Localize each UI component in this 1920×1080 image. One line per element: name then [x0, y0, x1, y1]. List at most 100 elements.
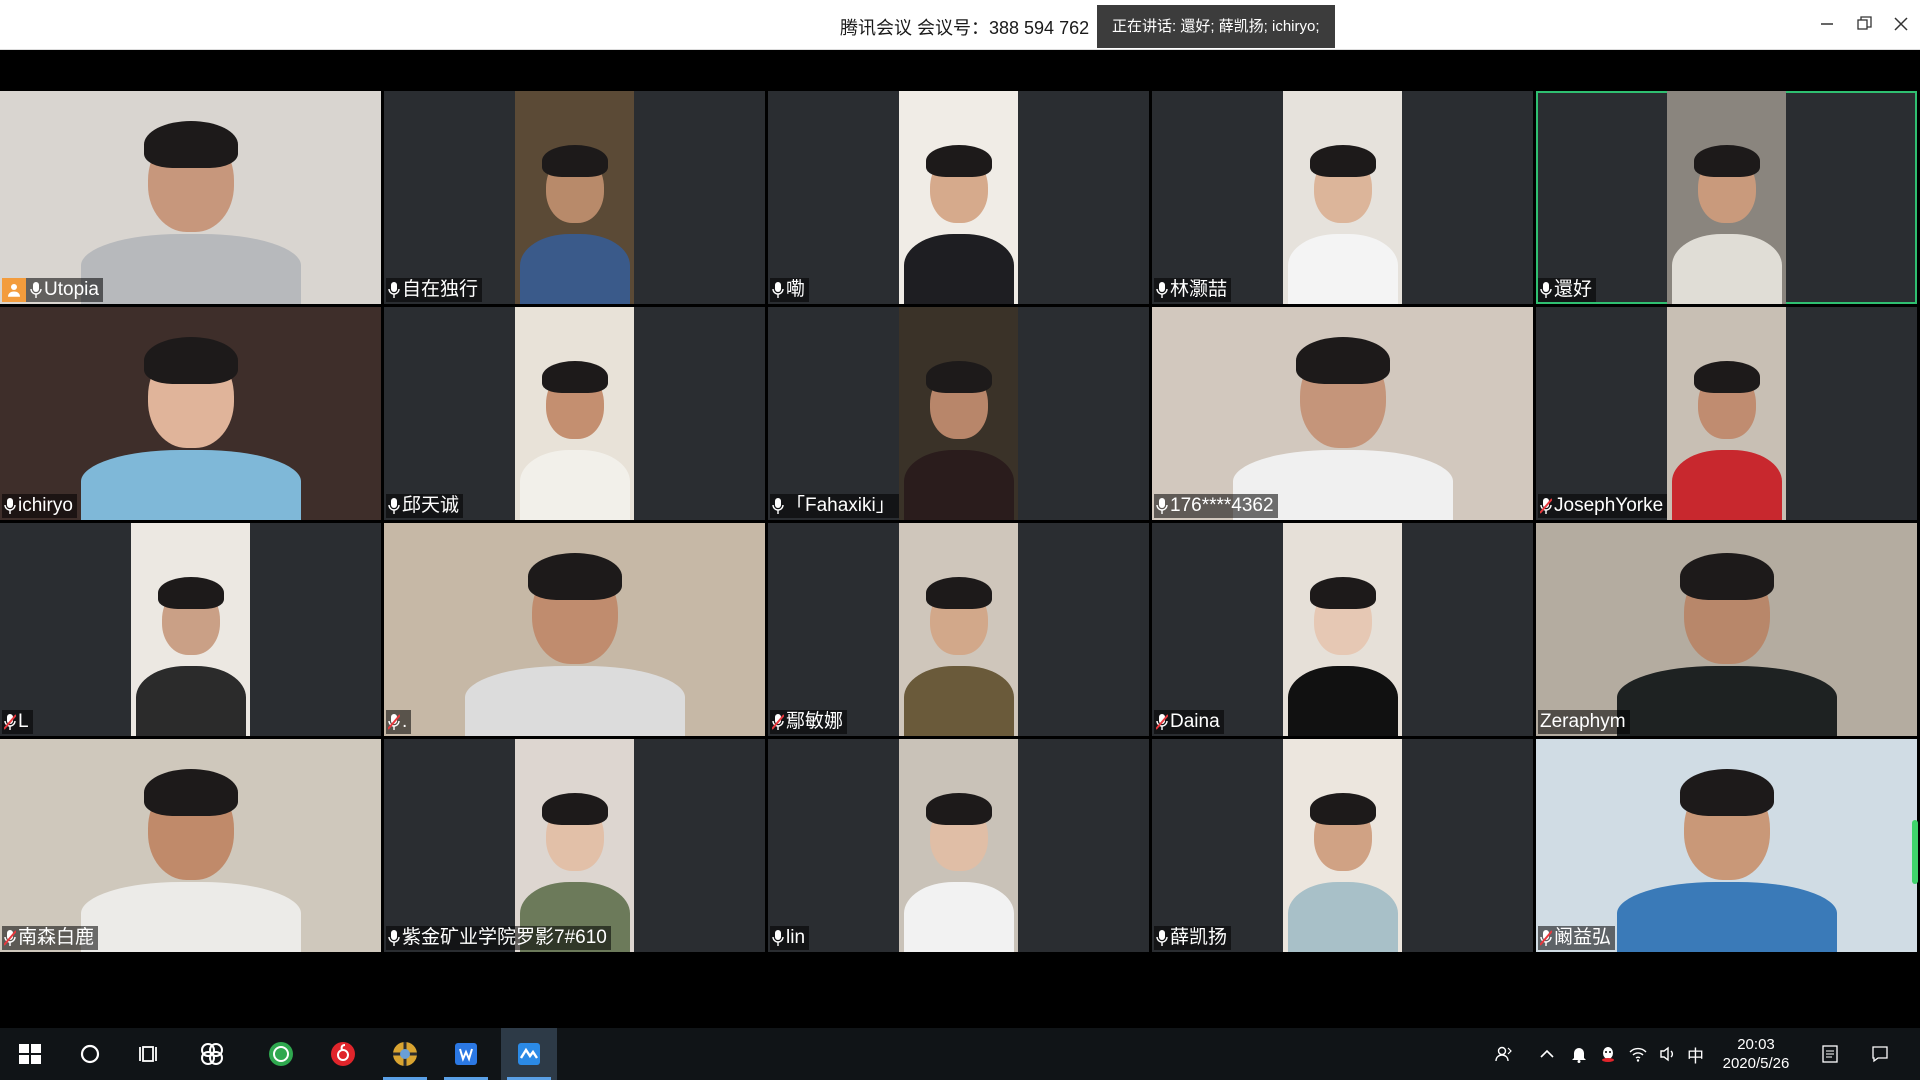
participant-name: 嘞: [786, 279, 806, 300]
close-button[interactable]: [1889, 12, 1913, 36]
participant-name: Utopia: [44, 279, 99, 300]
participant-body: [464, 666, 685, 736]
volume-level-indicator: [1912, 820, 1918, 884]
taskbar-app-tencent-meeting[interactable]: [501, 1028, 557, 1080]
windows-taskbar: 中 20:03 2020/5/26: [0, 1028, 1920, 1080]
participant-name: .: [402, 711, 408, 732]
participant-body: [903, 450, 1014, 520]
participant-video: [0, 307, 381, 520]
participant-hair: [541, 793, 608, 825]
participant-nameplate: Utopia: [2, 278, 103, 302]
chevron-up-icon[interactable]: [1533, 1028, 1561, 1080]
action-center-icon[interactable]: [1866, 1028, 1894, 1080]
microphone-icon: [30, 281, 42, 299]
participant-video: [1667, 307, 1786, 520]
taskbar-app-photo[interactable]: [377, 1028, 433, 1080]
participant-tile[interactable]: 176****4362: [1152, 307, 1533, 520]
host-icon: [2, 278, 26, 302]
participant-video: [1283, 739, 1402, 952]
participant-body: [1287, 666, 1398, 736]
participant-tile[interactable]: 還好: [1536, 91, 1917, 304]
taskbar-app-pinwheel[interactable]: [184, 1028, 240, 1080]
participant-name: 176****4362: [1170, 495, 1274, 516]
microphone-icon: [388, 497, 400, 515]
taskbar-app-wps[interactable]: [438, 1028, 494, 1080]
participant-tile[interactable]: 紫金矿业学院罗影7#610: [384, 739, 765, 952]
participant-hair: [925, 145, 992, 177]
participant-tile[interactable]: L: [0, 523, 381, 736]
participant-name: 薛凯扬: [1170, 927, 1228, 948]
participant-hair: [1693, 145, 1760, 177]
participant-tile[interactable]: 嘞: [768, 91, 1149, 304]
microphone-icon: [1156, 281, 1168, 299]
participant-tile[interactable]: 阚益弘: [1536, 739, 1917, 952]
participant-video: [0, 91, 381, 304]
participant-tile[interactable]: 林灏喆: [1152, 91, 1533, 304]
microphone-muted-icon: [1540, 929, 1552, 947]
participant-tile[interactable]: 「Fahaxiki」: [768, 307, 1149, 520]
action-center-notes-icon[interactable]: [1816, 1028, 1844, 1080]
speaking-indicator: 正在讲话: 還好; 薛凯扬; ichiryo;: [1097, 5, 1335, 48]
participant-name: 阚益弘: [1554, 927, 1612, 948]
participant-tile[interactable]: Utopia: [0, 91, 381, 304]
clock[interactable]: 20:03 2020/5/26: [1706, 1035, 1806, 1073]
clock-date: 2020/5/26: [1722, 1055, 1790, 1072]
browser-icon: [269, 1042, 293, 1066]
participant-name: 自在独行: [402, 279, 479, 300]
participant-video: [131, 523, 250, 736]
video-grid: Utopia 自在独行 嘞 林灏喆 還好 ichiryo 邱天诚 「Fahaxiki」 176*…: [0, 91, 1920, 956]
microphone-muted-icon: [1156, 713, 1168, 731]
microphone-icon: [1156, 929, 1168, 947]
participant-nameplate: L: [2, 710, 33, 734]
participant-name: 紫金矿业学院罗影7#610: [402, 927, 607, 948]
participant-name: 鄢敏娜: [786, 711, 844, 732]
participant-tile[interactable]: .: [384, 523, 765, 736]
taskbar-app-music[interactable]: [315, 1028, 371, 1080]
participant-body: [1287, 234, 1398, 304]
microphone-icon: [388, 281, 400, 299]
title-bar: 腾讯会议 会议号：388 594 762 正在讲话: 還好; 薛凯扬; ichi…: [0, 0, 1920, 50]
participant-tile[interactable]: 鄢敏娜: [768, 523, 1149, 736]
volume-icon[interactable]: [1654, 1028, 1682, 1080]
start-button[interactable]: [2, 1028, 58, 1080]
meeting-title: 腾讯会议 会议号：388 594 762: [840, 18, 1090, 38]
clock-time: 20:03: [1737, 1036, 1775, 1053]
microphone-icon: [772, 497, 784, 515]
participant-hair: [541, 145, 608, 177]
notification-bell-icon[interactable]: [1565, 1028, 1593, 1080]
participant-body: [903, 666, 1014, 736]
search-button[interactable]: [62, 1028, 118, 1080]
participant-video: [899, 91, 1018, 304]
wifi-icon[interactable]: [1624, 1028, 1652, 1080]
microphone-icon: [388, 929, 400, 947]
participant-tile[interactable]: 薛凯扬: [1152, 739, 1533, 952]
participant-video: [515, 307, 634, 520]
participant-hair: [1295, 337, 1390, 385]
people-icon[interactable]: [1490, 1028, 1518, 1080]
participant-tile[interactable]: lin: [768, 739, 1149, 952]
participant-nameplate: Zeraphym: [1538, 710, 1630, 734]
participant-tile[interactable]: ichiryo: [0, 307, 381, 520]
microphone-icon: [772, 281, 784, 299]
participant-nameplate: 阚益弘: [1538, 926, 1616, 950]
participant-nameplate: lin: [770, 926, 810, 950]
participant-tile[interactable]: 南森白鹿: [0, 739, 381, 952]
participant-tile[interactable]: Zeraphym: [1536, 523, 1917, 736]
taskbar-app-browser[interactable]: [253, 1028, 309, 1080]
restore-button[interactable]: [1852, 12, 1876, 36]
participant-video: [515, 739, 634, 952]
participant-video: [899, 523, 1018, 736]
participant-tile[interactable]: Daina: [1152, 523, 1533, 736]
minimize-button[interactable]: [1815, 12, 1839, 36]
participant-hair: [157, 577, 224, 609]
participant-nameplate: 176****4362: [1154, 494, 1278, 518]
participant-body: [519, 450, 630, 520]
participant-tile[interactable]: 自在独行: [384, 91, 765, 304]
task-view-button[interactable]: [122, 1028, 178, 1080]
qq-icon[interactable]: [1594, 1028, 1622, 1080]
ime-indicator[interactable]: 中: [1687, 1042, 1704, 1067]
participant-tile[interactable]: 邱天诚: [384, 307, 765, 520]
microphone-icon: [1540, 281, 1552, 299]
task-view-icon: [139, 1046, 157, 1062]
participant-tile[interactable]: JosephYorke: [1536, 307, 1917, 520]
